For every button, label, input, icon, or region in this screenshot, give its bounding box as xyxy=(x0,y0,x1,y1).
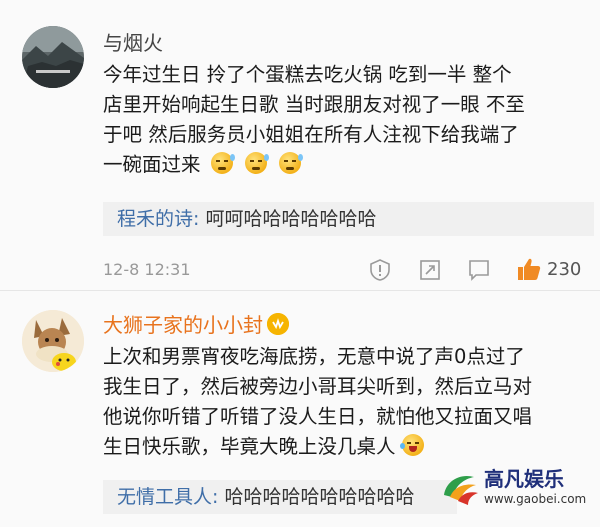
reply-text: 哈哈哈哈哈哈哈哈哈哈 xyxy=(224,486,415,508)
comment-line: 今年过生日 拎了个蛋糕去吃火锅 吃到一半 整个 xyxy=(103,63,512,86)
like-count: 230 xyxy=(547,259,582,280)
watermark: 高凡娱乐 www.gaobei.com xyxy=(440,461,590,517)
reply-box[interactable]: 无情工具人: 哈哈哈哈哈哈哈哈哈哈 xyxy=(103,480,457,514)
comment-line: 上次和男票宵夜吃海底捞，无意中说了声0点过了 xyxy=(103,345,525,368)
comment-line: 店里开始响起生日歌 当时跟朋友对视了一眼 不至 xyxy=(103,93,525,116)
reply-text: 呵呵哈哈哈哈哈哈哈 xyxy=(205,208,377,230)
comment-line: 他说你听错了听错了没人生日，就怕他又拉面又唱 xyxy=(103,405,533,428)
comment-line-last: 一碗面过来 xyxy=(103,150,525,180)
username-text[interactable]: 大狮子家的小小封 xyxy=(103,313,263,337)
share-icon[interactable] xyxy=(418,258,442,282)
sweat-smile-icon xyxy=(278,152,303,174)
comment-body: 今年过生日 拎了个蛋糕去吃火锅 吃到一半 整个 店里开始响起生日歌 当时跟朋友对… xyxy=(103,60,525,180)
avatar[interactable] xyxy=(22,26,84,88)
reply-username[interactable]: 程禾的诗: xyxy=(117,208,199,230)
watermark-logo-icon xyxy=(444,475,478,505)
sweat-smile-icon xyxy=(244,152,269,174)
avatar[interactable] xyxy=(22,310,84,372)
comment-line: 生日快乐歌，毕竟大晚上没几桌人 xyxy=(103,435,396,458)
reply-box[interactable]: 程禾的诗: 呵呵哈哈哈哈哈哈哈 xyxy=(103,202,594,236)
eevee-pikachu-avatar-icon xyxy=(22,310,84,372)
comment-line: 我生日了，然后被旁边小哥耳尖听到，然后立马对 xyxy=(103,375,533,398)
landscape-avatar-icon xyxy=(22,26,84,88)
report-icon[interactable] xyxy=(368,258,392,282)
laugh-cry-icon xyxy=(399,434,424,456)
vip-badge-icon xyxy=(267,313,289,335)
username[interactable]: 大狮子家的小小封 xyxy=(103,313,289,337)
comment-line-last: 生日快乐歌，毕竟大晚上没几桌人 xyxy=(103,432,532,462)
comment-line: 一碗面过来 xyxy=(103,153,201,176)
like-thumb-icon[interactable] xyxy=(516,256,542,282)
comment-line: 于吧 然后服务员小姐姐在所有人注视下给我端了 xyxy=(103,123,519,146)
comment-icon[interactable] xyxy=(467,258,491,282)
timestamp: 12-8 12:31 xyxy=(103,260,191,279)
watermark-text: 高凡娱乐 xyxy=(484,467,564,491)
divider xyxy=(0,290,600,291)
sweat-smile-icon xyxy=(210,152,235,174)
reply-username[interactable]: 无情工具人: xyxy=(117,486,218,508)
comment-body: 上次和男票宵夜吃海底捞，无意中说了声0点过了 我生日了，然后被旁边小哥耳尖听到，… xyxy=(103,342,532,462)
watermark-url: www.gaobei.com xyxy=(484,492,587,506)
username[interactable]: 与烟火 xyxy=(103,31,163,55)
